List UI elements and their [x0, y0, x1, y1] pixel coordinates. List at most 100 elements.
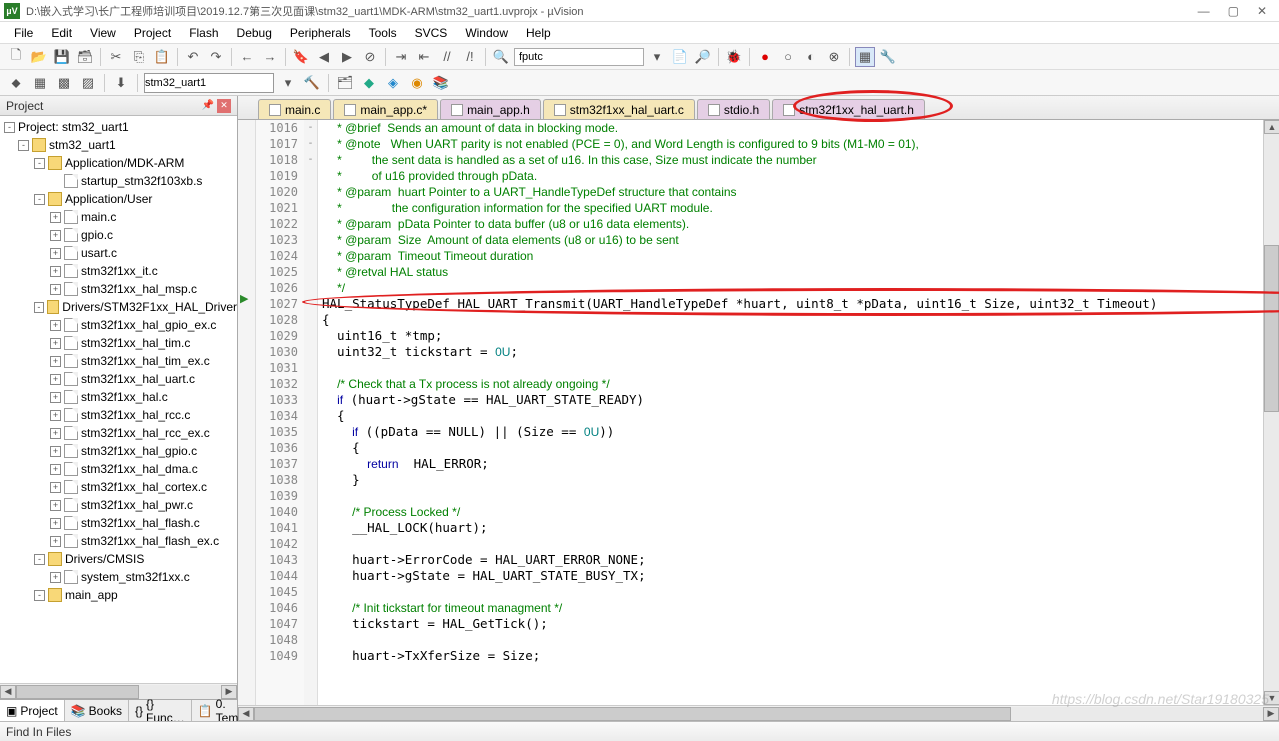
editor-scrollbar-v[interactable]: ▲ ▼ [1263, 120, 1279, 705]
expand-icon[interactable]: + [50, 536, 61, 547]
expand-icon[interactable]: - [34, 158, 45, 169]
tree-item[interactable]: +gpio.c [0, 226, 237, 244]
close-button[interactable]: ✕ [1257, 4, 1267, 18]
tree-item[interactable]: +stm32f1xx_hal_tim_ex.c [0, 352, 237, 370]
menu-svcs[interactable]: SVCS [409, 24, 454, 42]
bookmark-clear-icon[interactable]: ⊘ [360, 47, 380, 67]
breakpoint-insert-icon[interactable]: ● [755, 47, 775, 67]
find-icon[interactable]: 🔍 [491, 47, 511, 67]
manage-rte-icon[interactable]: ◆ [359, 73, 379, 93]
tree-item[interactable]: +stm32f1xx_hal_dma.c [0, 460, 237, 478]
expand-icon[interactable]: + [50, 446, 61, 457]
tree-item[interactable]: +stm32f1xx_hal_uart.c [0, 370, 237, 388]
undo-icon[interactable]: ↶ [183, 47, 203, 67]
tree-item[interactable]: +stm32f1xx_hal_flash.c [0, 514, 237, 532]
incremental-find-icon[interactable]: 🔎 [693, 47, 713, 67]
menu-peripherals[interactable]: Peripherals [284, 24, 357, 42]
nav-forward-icon[interactable]: → [260, 47, 280, 67]
expand-icon[interactable]: - [34, 194, 45, 205]
code-editor[interactable]: 1016 1017 1018 1019 1020 1021 1022 1023 … [238, 120, 1279, 705]
pin-icon[interactable]: 📌 [201, 99, 215, 113]
editor-tab[interactable]: main_app.h [440, 99, 541, 119]
expand-icon[interactable]: + [50, 338, 61, 349]
expand-icon[interactable]: - [34, 554, 45, 565]
expand-icon[interactable]: + [50, 500, 61, 511]
expand-icon[interactable]: + [50, 356, 61, 367]
breakpoint-kill-icon[interactable]: ⊗ [824, 47, 844, 67]
scroll-up-icon[interactable]: ▲ [1264, 120, 1279, 134]
panel-close-icon[interactable]: ✕ [217, 99, 231, 113]
redo-icon[interactable]: ↷ [206, 47, 226, 67]
bookmark-prev-icon[interactable]: ◀ [314, 47, 334, 67]
paste-icon[interactable]: 📋 [152, 47, 172, 67]
tree-item[interactable]: -Drivers/CMSIS [0, 550, 237, 568]
expand-icon[interactable]: + [50, 266, 61, 277]
tree-item[interactable]: +stm32f1xx_hal_rcc_ex.c [0, 424, 237, 442]
search-dropdown-icon[interactable]: ▾ [647, 47, 667, 67]
target-options-icon[interactable]: 🔨 [302, 73, 322, 93]
editor-tab[interactable]: main_app.c* [333, 99, 438, 119]
tree-item[interactable]: +usart.c [0, 244, 237, 262]
breakpoint-disable-icon[interactable]: ◐ [801, 47, 821, 67]
expand-icon[interactable]: + [50, 572, 61, 583]
expand-icon[interactable]: + [50, 482, 61, 493]
tree-item[interactable]: +stm32f1xx_it.c [0, 262, 237, 280]
comment-icon[interactable]: // [437, 47, 457, 67]
outdent-icon[interactable]: ⇤ [414, 47, 434, 67]
menu-help[interactable]: Help [520, 24, 557, 42]
tree-item[interactable]: -Application/MDK-ARM [0, 154, 237, 172]
window-layout-icon[interactable]: ▦ [855, 47, 875, 67]
expand-icon[interactable]: + [50, 374, 61, 385]
new-file-icon[interactable]: 🗋 [6, 47, 26, 67]
tree-item[interactable]: +stm32f1xx_hal_pwr.c [0, 496, 237, 514]
expand-icon[interactable]: - [18, 140, 29, 151]
expand-icon[interactable]: - [4, 122, 15, 133]
expand-icon[interactable]: + [50, 428, 61, 439]
target-dropdown-icon[interactable]: ▾ [278, 73, 298, 93]
expand-icon[interactable]: + [50, 320, 61, 331]
tree-item[interactable]: +stm32f1xx_hal_flash_ex.c [0, 532, 237, 550]
expand-icon[interactable]: + [50, 392, 61, 403]
sidebar-tab[interactable]: ▣Project [0, 700, 65, 721]
cut-icon[interactable]: ✂ [106, 47, 126, 67]
expand-icon[interactable]: + [50, 410, 61, 421]
select-packs-icon[interactable]: ◈ [383, 73, 403, 93]
tree-item[interactable]: +stm32f1xx_hal.c [0, 388, 237, 406]
build-icon[interactable]: ▦ [30, 73, 50, 93]
target-select[interactable] [144, 73, 274, 93]
indent-icon[interactable]: ⇥ [391, 47, 411, 67]
tree-item[interactable]: -Application/User [0, 190, 237, 208]
expand-icon[interactable]: + [50, 248, 61, 259]
find-in-files-icon[interactable]: 📄 [670, 47, 690, 67]
project-tree[interactable]: - Project: stm32_uart1 -stm32_uart1-Appl… [0, 116, 237, 683]
menu-edit[interactable]: Edit [45, 24, 78, 42]
bookmark-next-icon[interactable]: ▶ [337, 47, 357, 67]
tree-item[interactable]: +stm32f1xx_hal_rcc.c [0, 406, 237, 424]
tree-item[interactable]: startup_stm32f103xb.s [0, 172, 237, 190]
menu-tools[interactable]: Tools [363, 24, 403, 42]
download-icon[interactable]: ⬇ [111, 73, 131, 93]
open-file-icon[interactable]: 📂 [29, 47, 49, 67]
save-all-icon[interactable]: 🗃 [75, 47, 95, 67]
menu-file[interactable]: File [8, 24, 39, 42]
save-icon[interactable]: 💾 [52, 47, 72, 67]
tree-item[interactable]: +stm32f1xx_hal_cortex.c [0, 478, 237, 496]
scroll-down-icon[interactable]: ▼ [1264, 691, 1279, 705]
expand-icon[interactable]: - [34, 302, 44, 313]
expand-icon[interactable]: + [50, 284, 61, 295]
tree-item[interactable]: -main_app [0, 586, 237, 604]
breakpoint-enable-icon[interactable]: ○ [778, 47, 798, 67]
maximize-button[interactable]: ▢ [1228, 4, 1239, 18]
batch-build-icon[interactable]: ▨ [78, 73, 98, 93]
books-icon[interactable]: 📚 [431, 73, 451, 93]
expand-icon[interactable]: + [50, 212, 61, 223]
tree-item[interactable]: -stm32_uart1 [0, 136, 237, 154]
debug-icon[interactable]: 🐞 [724, 47, 744, 67]
editor-tab[interactable]: stm32f1xx_hal_uart.h [772, 99, 925, 119]
tree-item[interactable]: -Drivers/STM32F1xx_HAL_Driver [0, 298, 237, 316]
manage-project-icon[interactable]: 🗂 [335, 73, 355, 93]
search-input[interactable] [514, 48, 644, 66]
editor-tab[interactable]: main.c [258, 99, 331, 119]
menu-debug[interactable]: Debug [231, 24, 278, 42]
expand-icon[interactable]: + [50, 518, 61, 529]
